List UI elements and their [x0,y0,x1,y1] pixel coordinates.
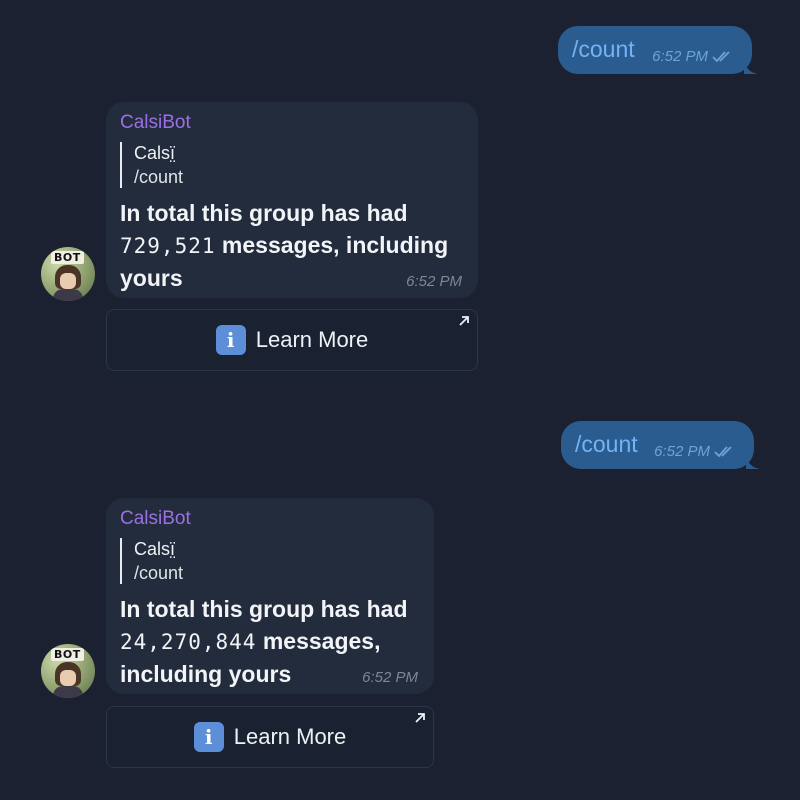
reply-quote[interactable]: Calsï̤ /count [120,538,183,584]
message-count: 729,521 [120,234,216,258]
incoming-message-time: 6:52 PM [362,669,418,686]
outgoing-message-bubble[interactable]: /count 6:52 PM [558,26,752,74]
message-text-end: yours [120,265,183,291]
reply-quote[interactable]: Calsï̤ /count [120,142,183,188]
message-text-intro: In total this group has had [120,596,408,622]
bot-avatar[interactable]: BOT [41,644,95,698]
avatar-face [60,273,76,289]
reply-author: Calsï̤ [134,143,176,163]
bot-badge: BOT [51,648,84,661]
bot-badge: BOT [51,251,84,264]
reply-text: /count [134,167,184,187]
avatar-shirt [53,289,83,301]
reply-author: Calsï̤ [134,539,176,559]
message-text-intro: In total this group has had [120,200,408,226]
external-link-arrow-icon [415,713,425,723]
avatar-shirt [53,686,83,698]
reply-text: /count [134,563,184,583]
avatar-face [60,670,76,686]
double-check-icon [712,50,730,62]
external-link-arrow-icon [459,316,469,326]
bot-avatar[interactable]: BOT [41,247,95,301]
outgoing-message-text: /count [572,36,635,62]
outgoing-message-time: 6:52 PM [652,48,708,65]
incoming-message-bubble[interactable]: CalsiBot Calsï̤ /count In total this gro… [106,498,434,694]
outgoing-message-bubble[interactable]: /count 6:52 PM [561,421,754,469]
outgoing-message-time: 6:52 PM [654,443,710,460]
sender-name[interactable]: CalsiBot [120,112,191,134]
message-count: 24,270,844 [120,630,257,654]
sender-name[interactable]: CalsiBot [120,508,191,530]
info-icon: i [193,722,224,752]
double-check-icon [714,445,732,457]
outgoing-message-meta: 6:52 PM [654,443,736,460]
learn-more-button[interactable]: i Learn More [106,706,434,768]
bubble-tail [744,60,758,74]
learn-more-button[interactable]: i Learn More [106,309,478,371]
outgoing-message-meta: 6:52 PM [652,48,734,65]
incoming-message-bubble[interactable]: CalsiBot Calsï̤ /count In total this gro… [106,102,478,298]
chat-history: /count 6:52 PM CalsiBot Calsï̤ /count In… [0,0,800,800]
learn-more-label: Learn More [255,327,369,352]
info-icon: i [215,325,246,355]
message-text-suffix: messages, including [215,232,449,258]
incoming-message-time: 6:52 PM [406,273,462,290]
outgoing-message-text: /count [575,431,638,457]
message-text-suffix: messages, [256,628,381,654]
learn-more-label: Learn More [233,724,347,749]
message-text: In total this group has had 729,521 mess… [120,197,448,294]
message-text-end: including yours [120,661,292,687]
bubble-tail [746,455,760,469]
